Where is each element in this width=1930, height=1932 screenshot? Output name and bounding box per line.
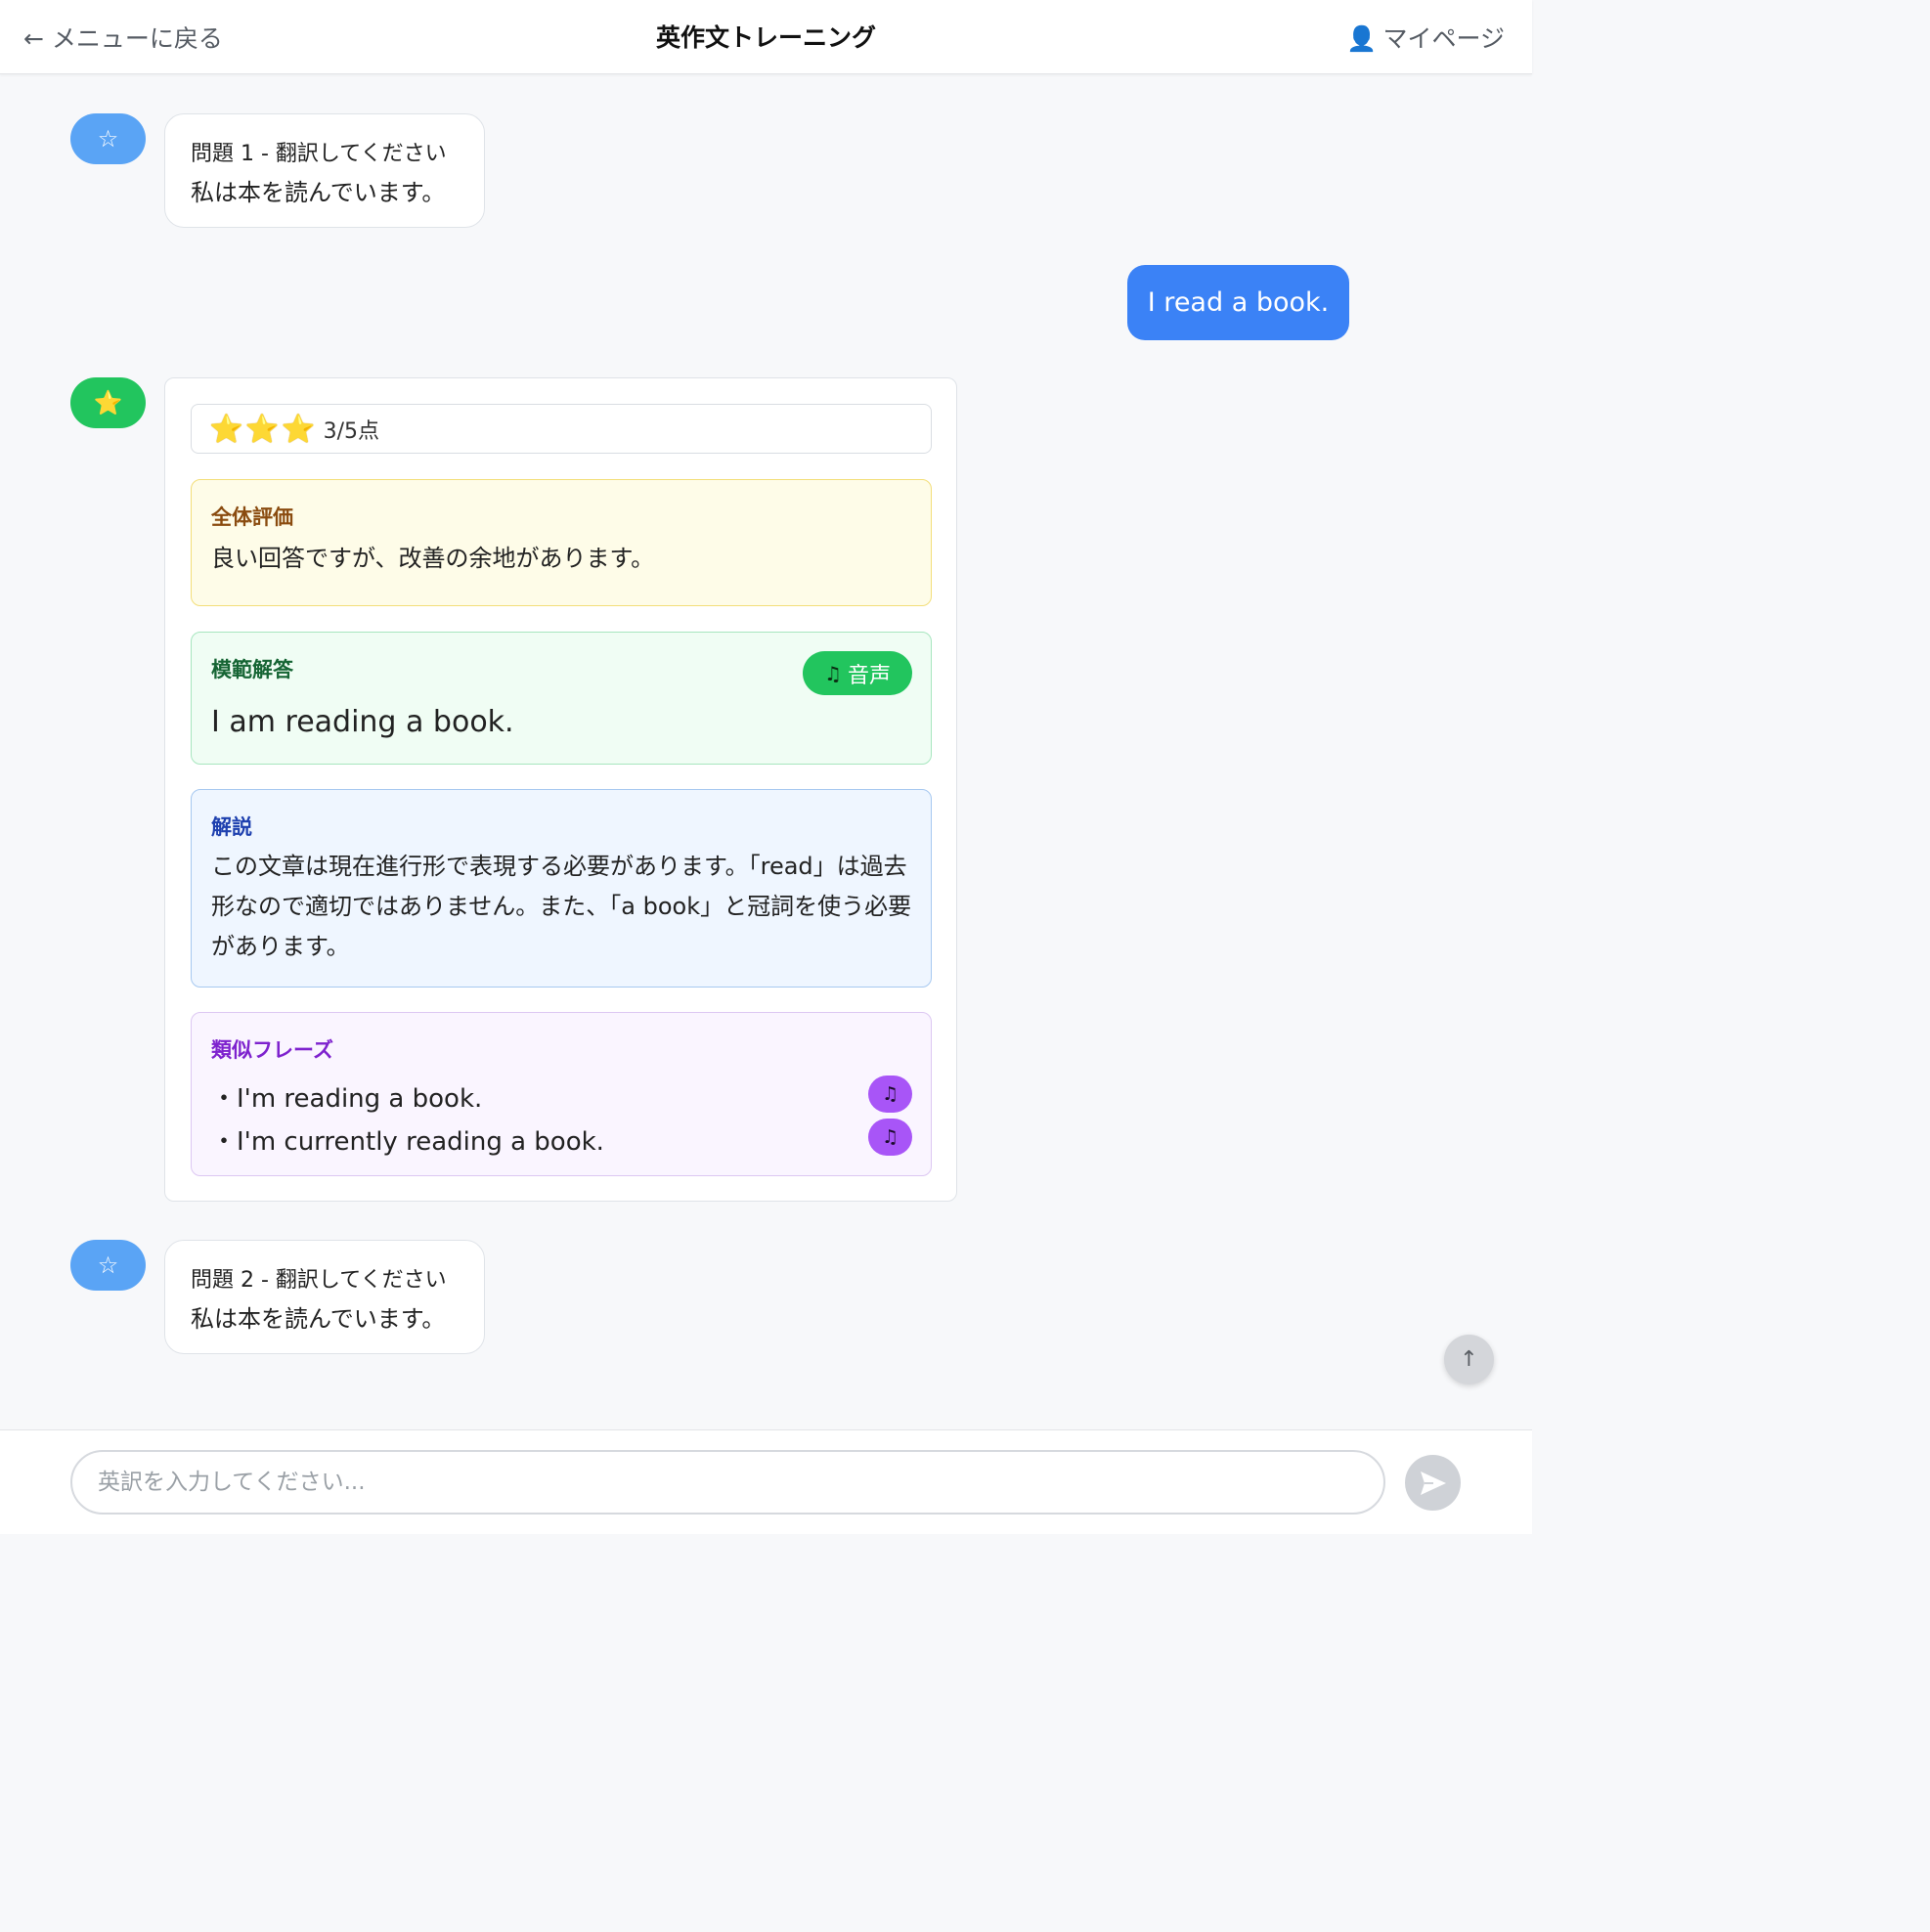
question-2-title: 問題 2 - 翻訳してください [191,1268,447,1293]
app-header: ← メニューに戻る 英作文トレーニング 👤 マイページ [0,0,1532,74]
score-box: ⭐⭐⭐ 3/5点 [191,404,932,454]
score-text: 3/5点 [323,418,380,444]
bot-avatar-star-outline-icon: ☆ [70,1240,146,1291]
page-title: 英作文トレーニング [655,23,876,52]
similar-phrases-label: 類似フレーズ [211,1038,333,1062]
phrase-1-audio-button[interactable]: ♫ [868,1076,912,1113]
similar-phrase-item: ・I'm currently reading a book. [211,1127,604,1157]
explanation-text: この文章は現在進行形で表現する必要があります。「read」は過去形なので適切では… [211,853,912,960]
model-answer-label: 模範解答 [211,658,293,681]
mypage-link[interactable]: 👤 マイページ [1346,20,1505,55]
feedback-avatar-star-icon: ⭐ [70,377,146,428]
user-answer-bubble: I read a book. [1127,265,1349,340]
scroll-to-top-button[interactable]: ↑ [1444,1335,1494,1384]
overall-evaluation-section: 全体評価 良い回答ですが、改善の余地があります。 [191,479,932,606]
question-2-bubble: 問題 2 - 翻訳してください 私は本を読んでいます。 [164,1240,485,1354]
explanation-label: 解説 [211,815,252,839]
audio-button-label: 音声 [847,663,891,688]
model-answer-section: 模範解答 ♫ 音声 I am reading a book. [191,632,932,765]
question-2-text: 私は本を読んでいます。 [191,1305,446,1333]
question-1-title: 問題 1 - 翻訳してください [191,142,447,166]
question-1-text: 私は本を読んでいます。 [191,179,446,206]
answer-input-bar [0,1429,1532,1534]
overall-evaluation-text: 良い回答ですが、改善の余地があります。 [211,545,655,572]
mypage-label: マイページ [1382,24,1505,53]
user-icon: 👤 [1346,24,1378,53]
similar-phrase-item: ・I'm reading a book. [211,1084,483,1114]
rating-stars-icon: ⭐⭐⭐ [209,413,318,445]
model-answer-audio-button[interactable]: ♫ 音声 [803,651,912,695]
send-icon [1420,1471,1446,1495]
similar-phrases-section: 類似フレーズ ・I'm reading a book. ♫ ・I'm curre… [191,1012,932,1176]
overall-evaluation-label: 全体評価 [211,505,293,529]
explanation-section: 解説 この文章は現在進行形で表現する必要があります。「read」は過去形なので適… [191,789,932,988]
feedback-card: ⭐⭐⭐ 3/5点 全体評価 良い回答ですが、改善の余地があります。 模範解答 ♫… [164,377,957,1202]
question-1-bubble: 問題 1 - 翻訳してください 私は本を読んでいます。 [164,113,485,228]
bot-avatar-star-outline-icon: ☆ [70,113,146,164]
send-button[interactable] [1405,1455,1461,1511]
phrase-2-audio-button[interactable]: ♫ [868,1119,912,1156]
model-answer-text: I am reading a book. [211,705,514,739]
answer-input[interactable] [70,1450,1385,1515]
music-note-icon: ♫ [824,661,842,685]
